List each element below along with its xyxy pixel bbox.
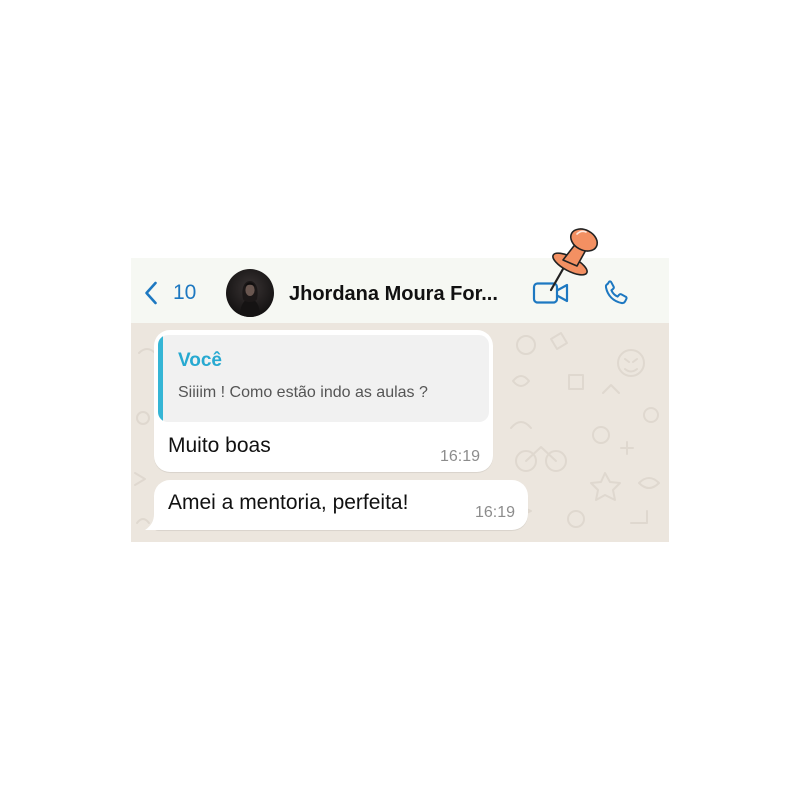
message-bubble[interactable]: Amei a mentoria, perfeita! 16:19 <box>145 480 528 530</box>
quoted-reply[interactable]: Você Siiiim ! Como estão indo as aulas ? <box>158 335 489 422</box>
quote-text: Siiiim ! Como estão indo as aulas ? <box>178 384 428 401</box>
pushpin-icon <box>549 228 599 292</box>
message-text: Amei a mentoria, perfeita! <box>168 491 409 514</box>
quote-author: Você <box>178 350 223 371</box>
chat-screenshot: 10 Jhordana Moura For... Você Siiiim ! C… <box>131 258 669 542</box>
quote-bar <box>158 335 163 422</box>
message-bubble[interactable]: Você Siiiim ! Como estão indo as aulas ?… <box>154 330 493 472</box>
phone-icon <box>604 280 628 305</box>
message-time: 16:19 <box>439 448 480 465</box>
bubble-tail <box>145 514 161 530</box>
message-time: 16:19 <box>474 504 515 521</box>
message-text: Muito boas <box>168 434 271 457</box>
unread-count: 10 <box>173 281 197 304</box>
voice-call-button[interactable] <box>601 278 631 308</box>
contact-name[interactable]: Jhordana Moura For... <box>289 281 498 307</box>
contact-photo <box>226 269 274 317</box>
chat-area[interactable]: Você Siiiim ! Como estão indo as aulas ?… <box>131 323 669 542</box>
back-button[interactable]: 10 <box>141 276 211 310</box>
chevron-left-icon <box>145 281 157 305</box>
avatar[interactable] <box>226 269 274 317</box>
